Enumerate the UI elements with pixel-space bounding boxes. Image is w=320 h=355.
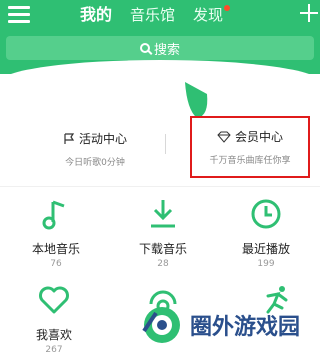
favorites-label: 我喜欢 xyxy=(35,328,72,342)
activity-center-title: 活动中心 xyxy=(78,132,127,146)
search-icon xyxy=(139,43,150,53)
download-music-count: 28 xyxy=(157,259,169,269)
watermark-text: 圈外游戏园 xyxy=(190,315,301,340)
watermark-logo-icon xyxy=(142,307,180,343)
add-icon[interactable] xyxy=(300,4,318,22)
tab-discover-label: 发现 xyxy=(193,6,224,24)
music-note-icon xyxy=(42,200,65,230)
menu-icon[interactable] xyxy=(8,6,30,24)
local-music-count: 76 xyxy=(50,259,62,269)
recent-play-count: 199 xyxy=(257,259,275,269)
favorites-count: 267 xyxy=(45,345,63,355)
flag-icon xyxy=(64,132,75,144)
curve-separator xyxy=(0,60,320,84)
recent-play-label: 最近播放 xyxy=(241,242,290,256)
notification-dot xyxy=(224,5,231,11)
vip-center-card[interactable]: 会员中心 千万音乐曲库任你享 xyxy=(190,116,310,178)
heart-icon xyxy=(39,286,69,314)
search-bar[interactable]: 搜索 xyxy=(6,36,314,60)
clock-icon xyxy=(251,199,281,229)
download-music-label: 下载音乐 xyxy=(138,242,187,256)
activity-center-card[interactable]: 活动中心 今日听歌0分钟 xyxy=(20,120,170,178)
vip-center-subtitle: 千万音乐曲库任你享 xyxy=(209,156,291,166)
recent-play-item[interactable]: 最近播放 199 xyxy=(216,196,316,269)
download-music-item[interactable]: 下载音乐 28 xyxy=(113,196,213,269)
download-icon xyxy=(151,200,175,228)
leaf-icon xyxy=(185,82,208,118)
watermark: 圈外游戏园 xyxy=(140,298,318,352)
tab-discover[interactable]: 发现 xyxy=(193,4,231,26)
tab-bar: 我的 音乐馆 发现 xyxy=(80,4,231,26)
feature-cards: 活动中心 今日听歌0分钟 会员中心 千万音乐曲库任你享 xyxy=(0,116,320,187)
tab-mine[interactable]: 我的 xyxy=(80,4,112,26)
card-divider xyxy=(165,134,166,154)
local-music-label: 本地音乐 xyxy=(31,242,80,256)
local-music-item[interactable]: 本地音乐 76 xyxy=(6,196,106,269)
search-placeholder: 搜索 xyxy=(153,42,180,58)
top-bar: 我的 音乐馆 发现 搜索 xyxy=(0,0,320,84)
vip-center-title: 会员中心 xyxy=(234,130,283,144)
favorites-item[interactable]: 我喜欢 267 xyxy=(4,282,104,355)
tab-music-hall[interactable]: 音乐馆 xyxy=(130,4,175,26)
diamond-icon xyxy=(217,131,231,143)
activity-center-subtitle: 今日听歌0分钟 xyxy=(65,158,125,168)
